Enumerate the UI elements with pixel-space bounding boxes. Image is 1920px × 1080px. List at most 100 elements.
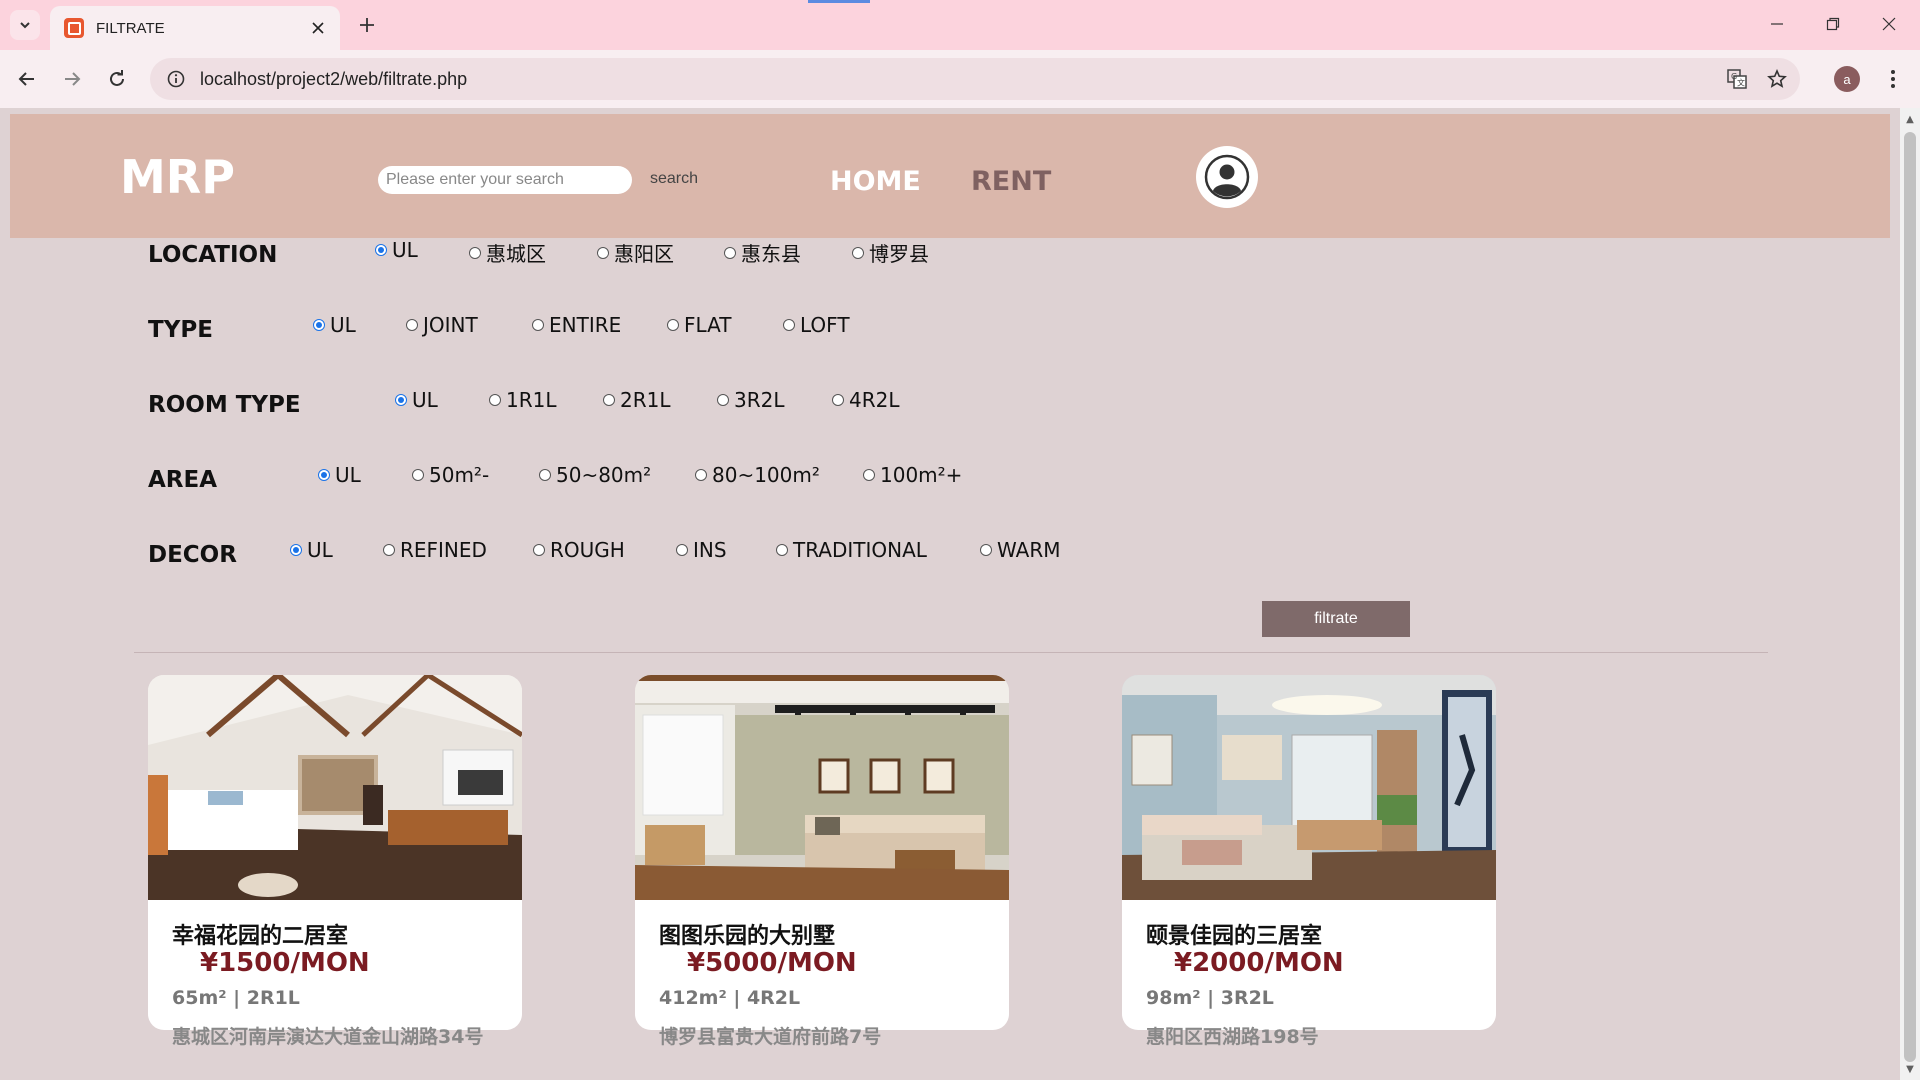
filter-option-location[interactable]: 博罗县: [852, 238, 929, 267]
filter-option-room-type[interactable]: 3R2L: [717, 388, 785, 412]
radio-button[interactable]: [313, 319, 325, 331]
filter-option-room-type[interactable]: UL: [395, 388, 438, 412]
search-button[interactable]: search: [650, 170, 698, 188]
bookmark-button[interactable]: [1760, 62, 1794, 96]
site-info-icon[interactable]: [166, 69, 186, 89]
new-tab-button[interactable]: [352, 10, 382, 40]
filter-option-decor[interactable]: ROUGH: [533, 538, 625, 562]
filter-label-decor: DECOR: [148, 542, 237, 568]
radio-button[interactable]: [783, 319, 795, 331]
tab-close-button[interactable]: [304, 14, 332, 42]
filter-option-decor[interactable]: INS: [676, 538, 727, 562]
browser-tab-active[interactable]: FILTRATE: [50, 6, 340, 50]
radio-button[interactable]: [539, 469, 551, 481]
filter-option-decor[interactable]: TRADITIONAL: [776, 538, 927, 562]
radio-button[interactable]: [532, 319, 544, 331]
radio-button[interactable]: [776, 544, 788, 556]
user-avatar-button[interactable]: [1196, 146, 1258, 208]
radio-button[interactable]: [469, 246, 481, 259]
listing-title[interactable]: 图图乐园的大别墅: [659, 918, 835, 950]
radio-button[interactable]: [832, 394, 844, 406]
radio-button[interactable]: [980, 544, 992, 556]
search-input[interactable]: [378, 166, 632, 194]
filter-option-location[interactable]: 惠城区: [469, 238, 546, 267]
filter-option-room-type[interactable]: 4R2L: [832, 388, 900, 412]
arrow-right-icon: [65, 72, 81, 86]
radio-button[interactable]: [695, 469, 707, 481]
nav-home-link[interactable]: HOME: [830, 166, 921, 197]
filter-option-room-type[interactable]: 1R1L: [489, 388, 557, 412]
tab-search-dropdown[interactable]: [10, 10, 40, 40]
scroll-down-arrow-icon[interactable]: ▼: [1900, 1060, 1920, 1078]
page-viewport: MRP search HOME RENT LOCATION UL 惠城区 惠阳区 惠东县…: [0, 108, 1900, 1080]
profile-avatar[interactable]: a: [1834, 66, 1860, 92]
radio-button[interactable]: [290, 544, 302, 556]
listing-title[interactable]: 颐景佳园的三居室: [1146, 918, 1322, 950]
listing-card[interactable]: 幸福花园的二居室 ¥1500/MON 65m² | 2R1L 惠城区河南岸演达大…: [148, 675, 522, 1048]
filtrate-button[interactable]: filtrate: [1262, 601, 1410, 637]
filter-option-decor[interactable]: WARM: [980, 538, 1061, 562]
listing-photo-bedroom[interactable]: [148, 675, 522, 900]
filter-option-area[interactable]: 50m²-: [412, 463, 489, 487]
radio-button[interactable]: [597, 246, 609, 259]
listing-address: 惠城区河南岸演达大道金山湖路34号: [172, 1026, 484, 1048]
filter-label-room-type: ROOM TYPE: [148, 392, 301, 418]
reload-button[interactable]: [102, 64, 132, 94]
radio-button[interactable]: [406, 319, 418, 331]
back-button[interactable]: [12, 64, 42, 94]
radio-button[interactable]: [383, 544, 395, 556]
translate-button[interactable]: G文: [1720, 62, 1754, 96]
radio-button[interactable]: [724, 246, 736, 259]
radio-button[interactable]: [863, 469, 875, 481]
filter-option-type[interactable]: FLAT: [667, 313, 731, 337]
radio-button[interactable]: [533, 544, 545, 556]
radio-button[interactable]: [852, 246, 864, 259]
radio-button[interactable]: [375, 244, 387, 256]
filter-option-decor[interactable]: REFINED: [383, 538, 487, 562]
listing-card[interactable]: 颐景佳园的三居室 ¥2000/MON 98m² | 3R2L 惠阳区西湖路198…: [1122, 675, 1496, 1048]
close-window-button[interactable]: [1866, 8, 1912, 40]
listing-photo-living-room[interactable]: [635, 675, 1009, 900]
star-icon: [1767, 69, 1787, 88]
radio-button[interactable]: [667, 319, 679, 331]
radio-button[interactable]: [318, 469, 330, 481]
filter-option-type[interactable]: UL: [313, 313, 356, 337]
listing-spec: 412m² | 4R2L: [659, 987, 801, 1009]
filter-option-type[interactable]: LOFT: [783, 313, 850, 337]
listing-card[interactable]: 图图乐园的大别墅 ¥5000/MON 412m² | 4R2L 博罗县富贵大道府…: [635, 675, 1009, 1048]
radio-button[interactable]: [603, 394, 615, 406]
filter-option-room-type[interactable]: 2R1L: [603, 388, 671, 412]
radio-button[interactable]: [676, 544, 688, 556]
forward-button[interactable]: [57, 64, 87, 94]
filter-option-label: 惠阳区: [614, 242, 674, 266]
filter-option-type[interactable]: ENTIRE: [532, 313, 621, 337]
filter-option-area[interactable]: 80~100m²: [695, 463, 820, 487]
nav-rent-link[interactable]: RENT: [971, 166, 1051, 197]
scroll-up-arrow-icon[interactable]: ▲: [1900, 110, 1920, 128]
restore-button[interactable]: [1810, 8, 1856, 40]
radio-button[interactable]: [412, 469, 424, 481]
address-bar[interactable]: localhost/project2/web/filtrate.php G文: [150, 58, 1800, 100]
filter-option-area[interactable]: 50~80m²: [539, 463, 651, 487]
radio-button[interactable]: [489, 394, 501, 406]
filter-option-area[interactable]: UL: [318, 463, 361, 487]
listing-photo-master-bedroom[interactable]: [1122, 675, 1496, 900]
site-favicon-icon: [64, 18, 84, 38]
filter-option-location[interactable]: 惠东县: [724, 238, 801, 267]
browser-menu-button[interactable]: [1880, 64, 1906, 94]
minimize-button[interactable]: [1754, 8, 1800, 40]
site-logo[interactable]: MRP: [120, 150, 235, 204]
listing-title[interactable]: 幸福花园的二居室: [172, 918, 348, 950]
page-scrollbar[interactable]: ▲ ▼: [1900, 108, 1920, 1080]
scroll-thumb[interactable]: [1904, 132, 1916, 1062]
filter-option-type[interactable]: JOINT: [406, 313, 478, 337]
filter-option-decor[interactable]: UL: [290, 538, 333, 562]
url-text[interactable]: localhost/project2/web/filtrate.php: [200, 69, 1720, 90]
radio-button[interactable]: [717, 394, 729, 406]
filter-option-location[interactable]: UL: [375, 238, 418, 262]
filter-option-area[interactable]: 100m²+: [863, 463, 962, 487]
filter-option-location[interactable]: 惠阳区: [597, 238, 674, 267]
radio-button[interactable]: [395, 394, 407, 406]
filter-option-label: REFINED: [400, 538, 487, 562]
filter-label-location: LOCATION: [148, 242, 278, 268]
